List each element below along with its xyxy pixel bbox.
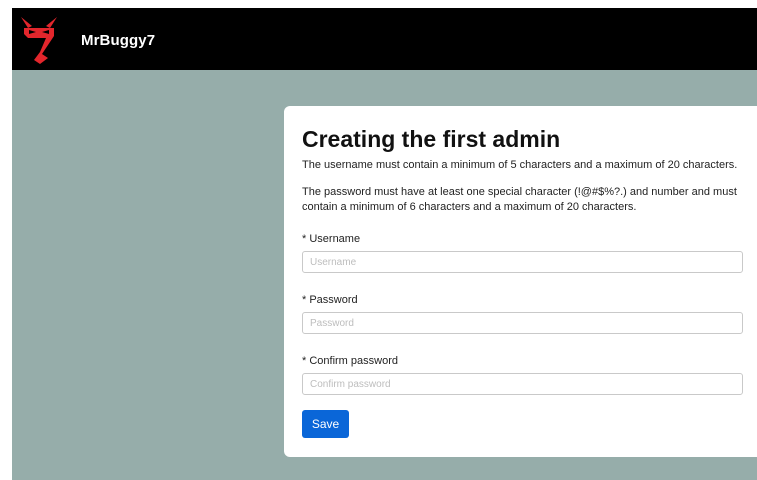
required-marker: * [302,294,307,306]
page-title: Creating the first admin [302,126,561,152]
password-rules-text: The password must have at least one spec… [302,186,737,213]
username-label-text: Username [309,233,361,245]
required-marker: * [302,355,307,367]
app-name: MrBuggy7 [81,32,156,49]
username-input[interactable] [302,251,743,273]
devil-logo-icon [21,17,57,64]
top-header: MrBuggy7 [12,8,757,70]
password-label: * Password [302,294,358,306]
required-marker: * [302,233,307,245]
confirm-password-label-text: Confirm password [309,355,398,367]
admin-setup-card: Creating the first admin The username mu… [284,106,757,457]
username-label: * Username [302,233,360,245]
confirm-password-label: * Confirm password [302,355,398,367]
app-frame: MrBuggy7 Creating the first admin The us… [12,8,757,480]
password-input[interactable] [302,312,743,334]
save-button[interactable]: Save [302,410,349,438]
confirm-password-input[interactable] [302,373,743,395]
username-rules-text: The username must contain a minimum of 5… [302,159,738,171]
password-label-text: Password [309,294,358,306]
